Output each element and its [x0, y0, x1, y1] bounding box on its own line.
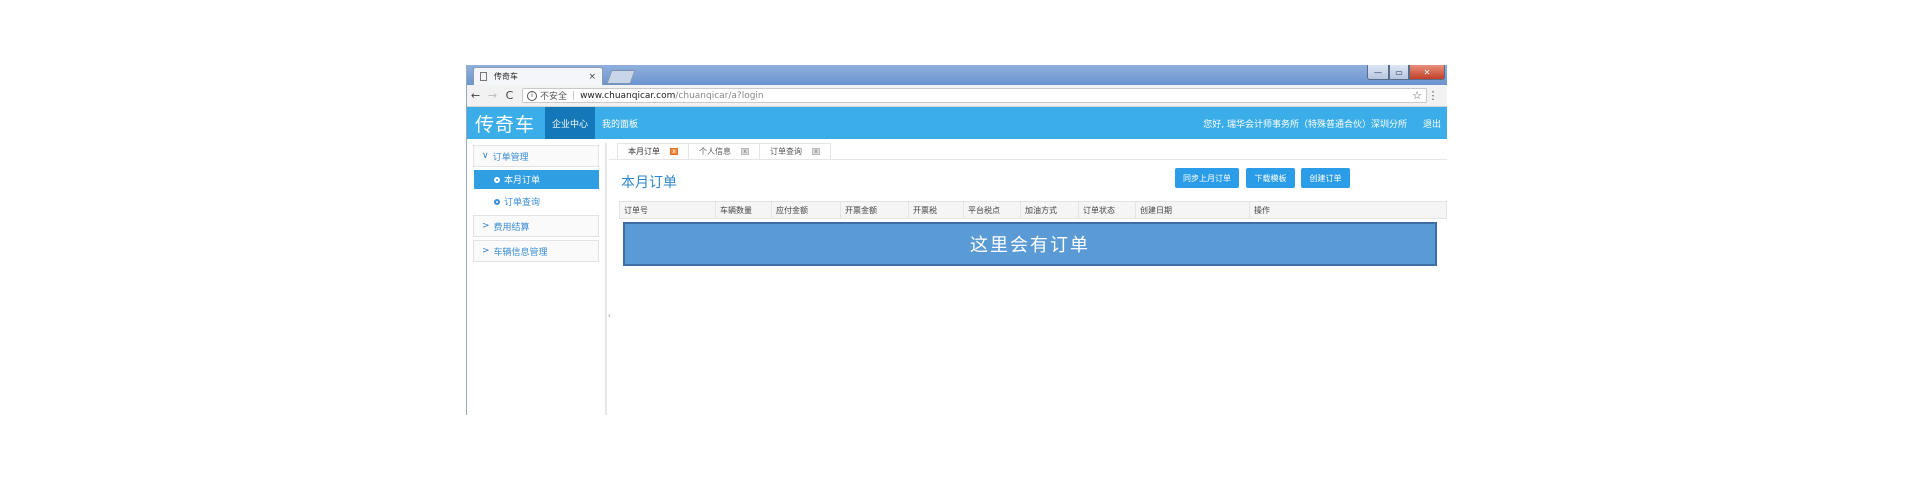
browser-window: 传奇车 × — ▭ ✕ ← → C i 不安全 | www.chuanqicar… — [466, 65, 1447, 415]
page-icon — [480, 72, 487, 81]
window-controls: — ▭ ✕ — [1367, 65, 1445, 80]
sidebar-item-monthly-orders[interactable]: 本月订单 — [474, 170, 599, 189]
chevron-right-icon: > — [482, 246, 490, 256]
close-icon[interactable]: x — [670, 148, 678, 155]
tab-monthly-orders[interactable]: 本月订单 x — [617, 143, 689, 159]
download-template-button[interactable]: 下载模板 — [1246, 168, 1295, 188]
app-logo[interactable]: 传奇车 — [467, 110, 545, 137]
create-order-button[interactable]: 创建订单 — [1301, 168, 1350, 188]
column-header[interactable]: 订单号 — [620, 202, 716, 218]
tab-label: 订单查询 — [770, 147, 802, 156]
sync-last-month-button[interactable]: 同步上月订单 — [1175, 168, 1239, 188]
nav-my-panel[interactable]: 我的面板 — [595, 107, 645, 139]
column-header[interactable]: 应付金额 — [772, 202, 841, 218]
sidebar-group-vehicle-info[interactable]: > 车辆信息管理 — [473, 240, 599, 262]
security-label: 不安全 — [540, 92, 568, 102]
nav-enterprise-center[interactable]: 企业中心 — [545, 107, 596, 139]
sidebar-group-label: 订单管理 — [492, 152, 529, 163]
column-header[interactable]: 车辆数量 — [716, 202, 772, 218]
sidebar-item-order-query[interactable]: 订单查询 — [474, 192, 599, 211]
close-window-icon[interactable]: ✕ — [1409, 65, 1445, 80]
page-title: 本月订单 — [621, 175, 677, 191]
column-header[interactable]: 开票税 — [909, 202, 964, 218]
browser-tabstrip: 传奇车 × — ▭ ✕ — [467, 65, 1447, 85]
main-content: 本月订单 x 个人信息 x 订单查询 x 本月订单 同步上月订单 下载模板 创建… — [609, 143, 1447, 415]
title-row: 本月订单 同步上月订单 下载模板 创建订单 — [609, 168, 1447, 192]
column-header[interactable]: 加油方式 — [1021, 202, 1079, 218]
chevron-down-icon: ∨ — [482, 151, 489, 161]
tab-personal-info[interactable]: 个人信息 x — [688, 143, 760, 159]
column-header[interactable]: 开票金额 — [841, 202, 909, 218]
close-icon[interactable]: x — [812, 148, 820, 155]
new-tab-button[interactable] — [606, 70, 636, 84]
orders-table-header: 订单号 车辆数量 应付金额 开票金额 开票税 平台税点 加油方式 订单状态 创建… — [619, 201, 1447, 219]
maximize-icon[interactable]: ▭ — [1389, 65, 1409, 80]
close-icon[interactable]: x — [741, 148, 749, 155]
forward-icon[interactable]: → — [484, 89, 501, 102]
bookmark-star-icon[interactable]: ☆ — [1412, 89, 1422, 102]
minimize-icon[interactable]: — — [1367, 65, 1389, 80]
circle-icon — [494, 198, 500, 205]
browser-tab[interactable]: 传奇车 × — [473, 67, 603, 85]
column-header[interactable]: 创建日期 — [1136, 202, 1250, 218]
column-header[interactable]: 平台税点 — [964, 202, 1021, 218]
logout-link[interactable]: 退出 — [1423, 117, 1441, 130]
chevron-right-icon: > — [482, 221, 490, 231]
tab-order-query[interactable]: 订单查询 x — [759, 143, 831, 159]
sidebar: ∨ 订单管理 本月订单 订单查询 > 费用结算 > 车辆信息管理 ‹ — [467, 143, 611, 415]
orders-placeholder: 这里会有订单 — [623, 222, 1437, 266]
url-host: www.chuanqicar.com — [580, 90, 676, 101]
sidebar-group-label: 车辆信息管理 — [493, 247, 548, 258]
sidebar-group-label: 费用结算 — [493, 222, 530, 233]
browser-menu-icon[interactable]: ⋮ — [1427, 89, 1439, 102]
back-icon[interactable]: ← — [467, 89, 484, 102]
circle-icon — [494, 176, 500, 183]
column-header[interactable]: 订单状态 — [1079, 202, 1136, 218]
sidebar-group-fee-settlement[interactable]: > 费用结算 — [473, 215, 599, 237]
sidebar-item-label: 本月订单 — [504, 176, 541, 186]
content-tabs: 本月订单 x 个人信息 x 订单查询 x — [609, 143, 1447, 160]
tab-label: 本月订单 — [628, 147, 660, 156]
sidebar-item-label: 订单查询 — [504, 198, 541, 208]
column-header[interactable]: 操作 — [1250, 202, 1446, 218]
app-header: 传奇车 企业中心 我的面板 您好, 瑞华会计师事务所（特殊普通合伙）深圳分所 退… — [467, 107, 1447, 139]
address-bar: ← → C i 不安全 | www.chuanqicar.com/chuanqi… — [467, 85, 1447, 107]
browser-tab-title: 传奇车 — [494, 72, 518, 81]
info-icon[interactable]: i — [527, 90, 537, 101]
close-tab-icon[interactable]: × — [588, 72, 596, 82]
reload-icon[interactable]: C — [501, 89, 518, 102]
user-greeting: 您好, 瑞华会计师事务所（特殊普通合伙）深圳分所 — [1203, 119, 1407, 130]
sidebar-group-order-management[interactable]: ∨ 订单管理 — [473, 145, 599, 167]
url-separator: | — [572, 90, 576, 101]
url-input[interactable]: i 不安全 | www.chuanqicar.com/chuanqicar/a?… — [522, 88, 1427, 103]
url-path: /chuanqicar/a?login — [675, 90, 764, 101]
tab-label: 个人信息 — [699, 147, 731, 156]
